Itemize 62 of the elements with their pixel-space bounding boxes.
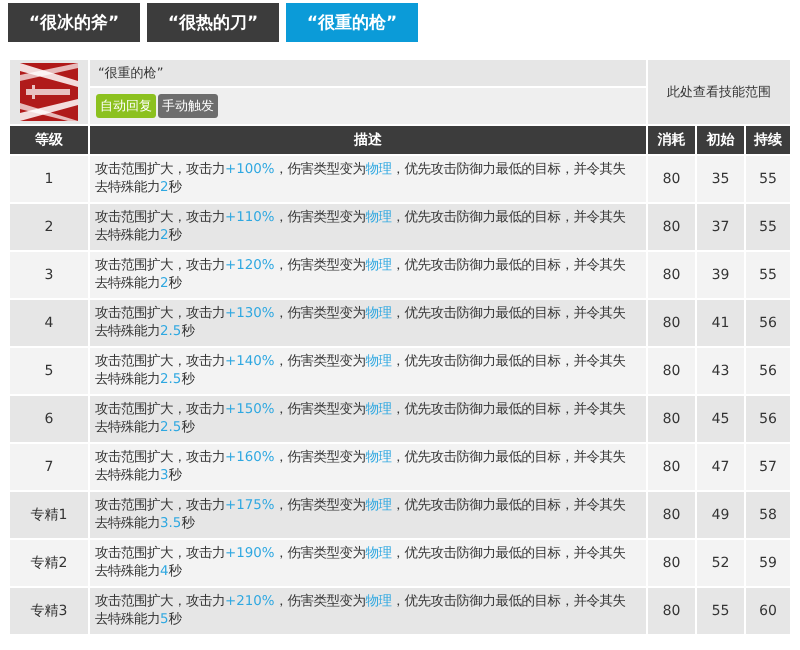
duration-cell: 55 [744, 251, 791, 299]
cost-cell: 80 [646, 539, 696, 587]
initial-cell: 47 [696, 443, 745, 491]
description-cell: 攻击范围扩大，攻击力+140%，伤害类型变为物理，优先攻击防御力最低的目标，并令其失去特殊能力2.5秒 [89, 347, 647, 395]
initial-cell: 52 [696, 539, 745, 587]
level-cell: 3 [9, 251, 89, 299]
level-cell: 1 [9, 155, 89, 203]
initial-cell: 37 [696, 203, 745, 251]
duration-cell: 56 [744, 395, 791, 443]
column-header: 等级 [9, 125, 89, 155]
skill-name: “很重的枪” [89, 59, 647, 87]
duration-cell: 60 [744, 587, 791, 635]
description-cell: 攻击范围扩大，攻击力+190%，伤害类型变为物理，优先攻击防御力最低的目标，并令其失去特殊能力4秒 [89, 539, 647, 587]
description-cell: 攻击范围扩大，攻击力+100%，伤害类型变为物理，优先攻击防御力最低的目标，并令其失去特殊能力2秒 [89, 155, 647, 203]
initial-cell: 45 [696, 395, 745, 443]
column-header: 持续 [744, 125, 791, 155]
duration-cell: 57 [744, 443, 791, 491]
description-cell: 攻击范围扩大，攻击力+130%，伤害类型变为物理，优先攻击防御力最低的目标，并令其失去特殊能力2.5秒 [89, 299, 647, 347]
column-header: 消耗 [646, 125, 696, 155]
description-cell: 攻击范围扩大，攻击力+110%，伤害类型变为物理，优先攻击防御力最低的目标，并令其失去特殊能力2秒 [89, 203, 647, 251]
initial-cell: 39 [696, 251, 745, 299]
tab[interactable]: “很热的刀” [147, 3, 279, 42]
duration-cell: 59 [744, 539, 791, 587]
cost-cell: 80 [646, 347, 696, 395]
column-header: 初始 [696, 125, 745, 155]
duration-cell: 55 [744, 155, 791, 203]
initial-cell: 49 [696, 491, 745, 539]
cost-cell: 80 [646, 203, 696, 251]
duration-cell: 58 [744, 491, 791, 539]
duration-cell: 56 [744, 347, 791, 395]
cost-cell: 80 [646, 395, 696, 443]
level-cell: 专精3 [9, 587, 89, 635]
column-header: 描述 [89, 125, 647, 155]
cost-cell: 80 [646, 587, 696, 635]
description-cell: 攻击范围扩大，攻击力+160%，伤害类型变为物理，优先攻击防御力最低的目标，并令其失去特殊能力3秒 [89, 443, 647, 491]
duration-cell: 56 [744, 299, 791, 347]
cost-cell: 80 [646, 491, 696, 539]
description-cell: 攻击范围扩大，攻击力+120%，伤害类型变为物理，优先攻击防御力最低的目标，并令其失去特殊能力2秒 [89, 251, 647, 299]
tab[interactable]: “很冰的斧” [8, 3, 140, 42]
level-cell: 7 [9, 443, 89, 491]
cost-cell: 80 [646, 251, 696, 299]
level-cell: 2 [9, 203, 89, 251]
duration-cell: 55 [744, 203, 791, 251]
level-cell: 6 [9, 395, 89, 443]
initial-cell: 43 [696, 347, 745, 395]
cost-cell: 80 [646, 299, 696, 347]
level-cell: 专精1 [9, 491, 89, 539]
level-cell: 专精2 [9, 539, 89, 587]
description-cell: 攻击范围扩大，攻击力+175%，伤害类型变为物理，优先攻击防御力最低的目标，并令其失去特殊能力3.5秒 [89, 491, 647, 539]
level-cell: 4 [9, 299, 89, 347]
skill-tag: 自动回复 [96, 94, 156, 118]
skill-range-link[interactable]: 此处查看技能范围 [646, 59, 791, 125]
skill-tag: 手动触发 [158, 94, 218, 118]
initial-cell: 55 [696, 587, 745, 635]
initial-cell: 35 [696, 155, 745, 203]
cost-cell: 80 [646, 155, 696, 203]
skill-icon [20, 63, 78, 121]
description-cell: 攻击范围扩大，攻击力+210%，伤害类型变为物理，优先攻击防御力最低的目标，并令其失去特殊能力5秒 [89, 587, 647, 635]
initial-cell: 41 [696, 299, 745, 347]
level-cell: 5 [9, 347, 89, 395]
cost-cell: 80 [646, 443, 696, 491]
description-cell: 攻击范围扩大，攻击力+150%，伤害类型变为物理，优先攻击防御力最低的目标，并令其失去特殊能力2.5秒 [89, 395, 647, 443]
